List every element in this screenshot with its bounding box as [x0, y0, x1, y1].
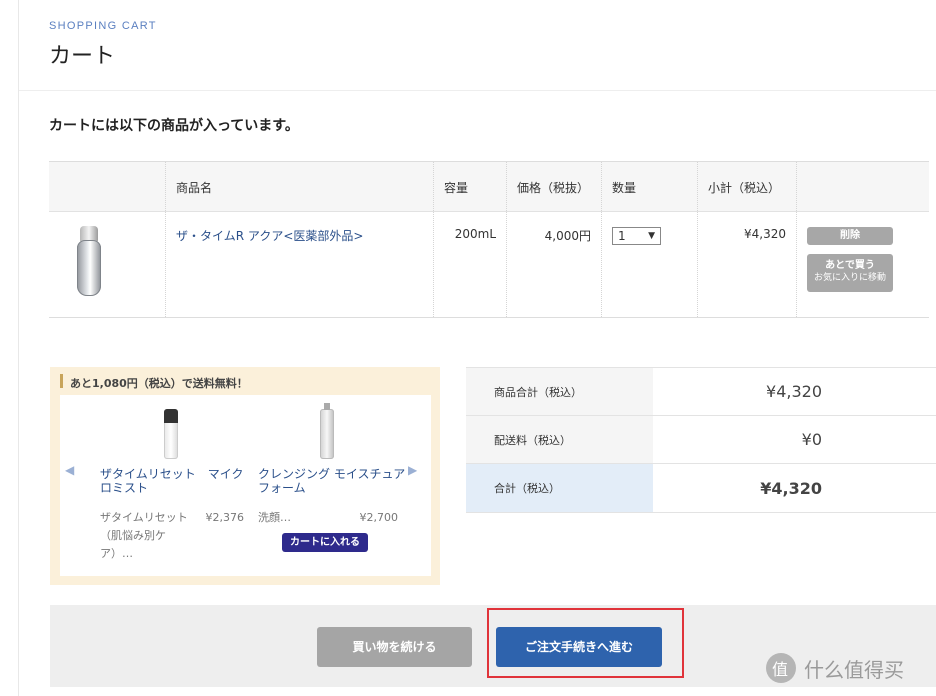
- header-cell-image: [49, 162, 166, 211]
- product-image[interactable]: [77, 226, 101, 298]
- recommended-product-image: [320, 403, 334, 459]
- totals-label: 配送料（税込）: [466, 416, 653, 463]
- totals-row-shipping: 配送料（税込） ¥0: [466, 415, 936, 463]
- totals-label: 商品合計（税込）: [466, 368, 653, 415]
- totals-value: ¥0: [801, 430, 822, 449]
- recommended-product-name[interactable]: クレンジング モイスチュアフォーム: [258, 467, 406, 495]
- header-cell-actions: [797, 162, 929, 211]
- continue-shopping-button[interactable]: 買い物を続ける: [317, 627, 472, 667]
- product-image-cell: [49, 212, 166, 317]
- quantity-value: 1: [618, 229, 626, 243]
- buy-later-button[interactable]: あとで買う お気に入りに移動: [807, 254, 893, 292]
- item-actions-cell: 削除 あとで買う お気に入りに移動: [797, 212, 929, 317]
- recommended-product-price: ¥2,376: [205, 511, 245, 524]
- dropdown-arrow-icon: ▼: [648, 231, 655, 241]
- free-shipping-title-text: あと1,080円（税込）で送料無料！: [70, 377, 248, 390]
- watermark-logo-icon: [766, 653, 796, 683]
- header-cell-volume: 容量: [434, 162, 507, 211]
- free-shipping-title: あと1,080円（税込）で送料無料！: [60, 375, 248, 391]
- recommended-product-desc: ザタイムリセット（肌悩み別ケア）…: [100, 511, 188, 560]
- cart-item-row: ザ・タイムR アクア<医薬部外品> 200mL 4,000円 1 ▼ ¥4,32…: [49, 212, 929, 317]
- product-subtotal: ¥4,320: [698, 212, 797, 317]
- checkout-highlight-annotation: [487, 608, 684, 678]
- product-volume: 200mL: [434, 212, 507, 317]
- order-totals: 商品合計（税込） ¥4,320 配送料（税込） ¥0 合計（税込） ¥4,320: [466, 367, 936, 513]
- recommendation-carousel: ザタイムリセット マイクロミスト ザタイムリセット（肌悩み別ケア）… ¥2,37…: [60, 395, 431, 576]
- page-eyebrow: SHOPPING CART: [49, 20, 157, 32]
- cart-table-header: 商品名 容量 価格（税抜） 数量 小計（税込）: [49, 162, 929, 212]
- page-header: SHOPPING CART カート: [49, 20, 157, 70]
- watermark-text: 什么值得买: [804, 657, 904, 682]
- free-shipping-panel: あと1,080円（税込）で送料無料！ ザタイムリセット マイクロミスト ザタイム…: [50, 367, 440, 585]
- product-name-cell: ザ・タイムR アクア<医薬部外品>: [166, 212, 434, 317]
- header-cell-price: 価格（税抜）: [507, 162, 602, 211]
- totals-row-grand-total: 合計（税込） ¥4,320: [466, 463, 936, 513]
- page-title: カート: [49, 44, 116, 69]
- delete-button[interactable]: 削除: [807, 227, 893, 245]
- recommended-product-price: ¥2,700: [359, 511, 399, 524]
- buy-later-sublabel: お気に入りに移動: [813, 273, 886, 283]
- carousel-next-icon[interactable]: ▶: [408, 463, 417, 477]
- grand-total-value: ¥4,320: [760, 478, 822, 498]
- product-price: 4,000円: [507, 212, 602, 317]
- product-name-link[interactable]: ザ・タイムR アクア<医薬部外品>: [176, 229, 363, 243]
- cart-table: 商品名 容量 価格（税抜） 数量 小計（税込） ザ・タイムR アクア<医薬部外品…: [49, 161, 929, 318]
- page-shell: SHOPPING CART カート カートには以下の商品が入っています。 商品名…: [18, 0, 936, 696]
- recommended-product-image: [164, 409, 178, 459]
- header-cell-subtotal: 小計（税込）: [698, 162, 797, 211]
- carousel-prev-icon[interactable]: ◀: [65, 463, 74, 477]
- header-cell-name: 商品名: [166, 162, 434, 211]
- buy-later-label: あとで買う: [825, 260, 875, 271]
- header-divider: [19, 90, 936, 91]
- add-to-cart-button[interactable]: カートに入れる: [282, 533, 368, 552]
- bottle-body: [77, 240, 101, 296]
- recommended-product-name[interactable]: ザタイムリセット マイクロミスト: [100, 467, 248, 495]
- totals-value: ¥4,320: [766, 382, 822, 401]
- totals-label: 合計（税込）: [466, 464, 653, 512]
- quantity-cell: 1 ▼: [602, 212, 698, 317]
- watermark: 什么值得买: [766, 653, 904, 683]
- totals-row-items: 商品合計（税込） ¥4,320: [466, 367, 936, 415]
- quantity-select[interactable]: 1 ▼: [612, 227, 661, 245]
- recommended-product-desc: 洗顔…: [258, 511, 291, 524]
- header-cell-quantity: 数量: [602, 162, 698, 211]
- cart-intro-text: カートには以下の商品が入っています。: [49, 118, 299, 134]
